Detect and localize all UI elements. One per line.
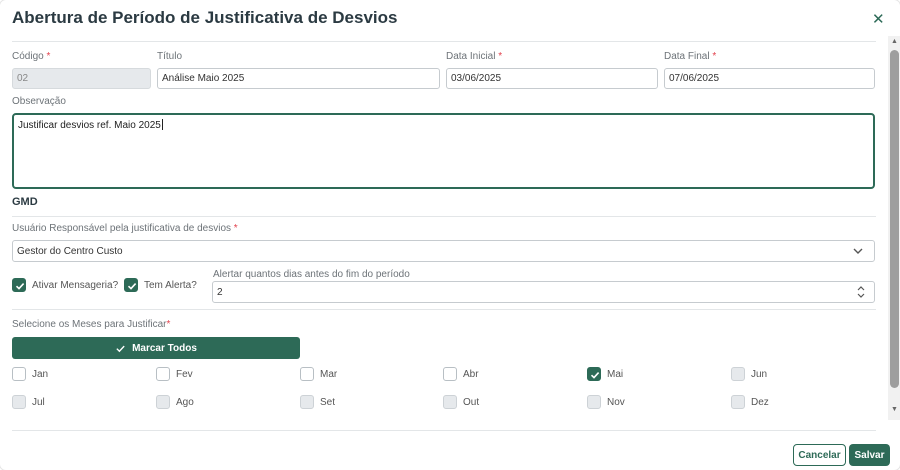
check-icon bbox=[590, 372, 600, 379]
month-checkbox-jan[interactable] bbox=[12, 367, 26, 381]
meses-label: Selecione os Meses para Justificar* bbox=[12, 319, 171, 330]
month-label: Set bbox=[320, 397, 336, 408]
month-checkbox-ago[interactable] bbox=[156, 395, 170, 409]
modal-dialog: Abertura de Período de Justificativa de … bbox=[0, 0, 900, 470]
titulo-label: Título bbox=[157, 51, 183, 62]
month-label: Abr bbox=[463, 369, 479, 380]
month-checkbox-jun[interactable] bbox=[731, 367, 745, 381]
modal-title: Abertura de Período de Justificativa de … bbox=[12, 8, 398, 27]
month-checkbox-mar[interactable] bbox=[300, 367, 314, 381]
marcar-todos-label: Marcar Todos bbox=[132, 342, 197, 354]
month-label: Jan bbox=[32, 369, 49, 380]
save-button[interactable]: Salvar bbox=[849, 444, 890, 466]
month-label: Jul bbox=[32, 397, 45, 408]
data-final-field[interactable]: 07/06/2025 bbox=[664, 68, 875, 89]
divider bbox=[12, 216, 876, 217]
month-checkbox-set[interactable] bbox=[300, 395, 314, 409]
alertar-label: Alertar quantos dias antes do fim do per… bbox=[213, 269, 410, 280]
month-checkbox-nov[interactable] bbox=[587, 395, 601, 409]
alertar-dias-input[interactable]: 2 bbox=[212, 281, 875, 303]
tem-alerta-checkbox[interactable] bbox=[124, 278, 138, 292]
month-checkbox-mai[interactable] bbox=[587, 367, 601, 381]
month-label: Nov bbox=[607, 397, 625, 408]
ativar-mensageria-label: Ativar Mensageria? bbox=[32, 280, 119, 291]
scroll-down-icon[interactable]: ▼ bbox=[890, 406, 899, 413]
divider bbox=[12, 430, 876, 431]
month-checkbox-dez[interactable] bbox=[731, 395, 745, 409]
month-checkbox-fev[interactable] bbox=[156, 367, 170, 381]
check-icon bbox=[127, 283, 137, 290]
codigo-field[interactable]: 02 bbox=[12, 68, 151, 89]
month-label: Dez bbox=[751, 397, 769, 408]
data-inicial-label: Data Inicial * bbox=[446, 51, 503, 62]
month-checkbox-out[interactable] bbox=[443, 395, 457, 409]
month-label: Fev bbox=[176, 369, 193, 380]
data-inicial-field[interactable]: 03/06/2025 bbox=[446, 68, 658, 89]
tem-alerta-label: Tem Alerta? bbox=[144, 280, 197, 291]
observacao-textarea[interactable]: Justificar desvios ref. Maio 2025 bbox=[12, 113, 875, 189]
chevron-down-icon bbox=[853, 248, 863, 254]
usuario-select[interactable]: Gestor do Centro Custo bbox=[12, 240, 875, 262]
marcar-todos-button[interactable]: Marcar Todos bbox=[12, 337, 300, 359]
close-icon[interactable]: ✕ bbox=[872, 10, 885, 28]
month-label: Jun bbox=[751, 369, 768, 380]
month-label: Mar bbox=[320, 369, 338, 380]
divider bbox=[12, 41, 876, 42]
gmd-section-title: GMD bbox=[12, 196, 38, 208]
check-icon bbox=[116, 345, 125, 352]
month-checkbox-jul[interactable] bbox=[12, 395, 26, 409]
data-final-label: Data Final * bbox=[664, 51, 717, 62]
month-label: Out bbox=[463, 397, 480, 408]
observacao-label: Observação bbox=[12, 96, 66, 107]
scrollbar-thumb[interactable] bbox=[890, 50, 899, 388]
month-label: Ago bbox=[176, 397, 194, 408]
month-checkbox-abr[interactable] bbox=[443, 367, 457, 381]
ativar-mensageria-checkbox[interactable] bbox=[12, 278, 26, 292]
divider bbox=[12, 309, 876, 310]
spinner-arrows-icon[interactable] bbox=[852, 284, 870, 300]
titulo-field[interactable]: Análise Maio 2025 bbox=[157, 68, 440, 89]
month-label: Mai bbox=[607, 369, 624, 380]
check-icon bbox=[15, 283, 25, 290]
cancel-button[interactable]: Cancelar bbox=[793, 444, 846, 466]
codigo-label: Código * bbox=[12, 51, 51, 62]
usuario-label: Usuário Responsável pela justificativa d… bbox=[12, 223, 238, 234]
scroll-up-icon[interactable]: ▲ bbox=[890, 38, 899, 45]
